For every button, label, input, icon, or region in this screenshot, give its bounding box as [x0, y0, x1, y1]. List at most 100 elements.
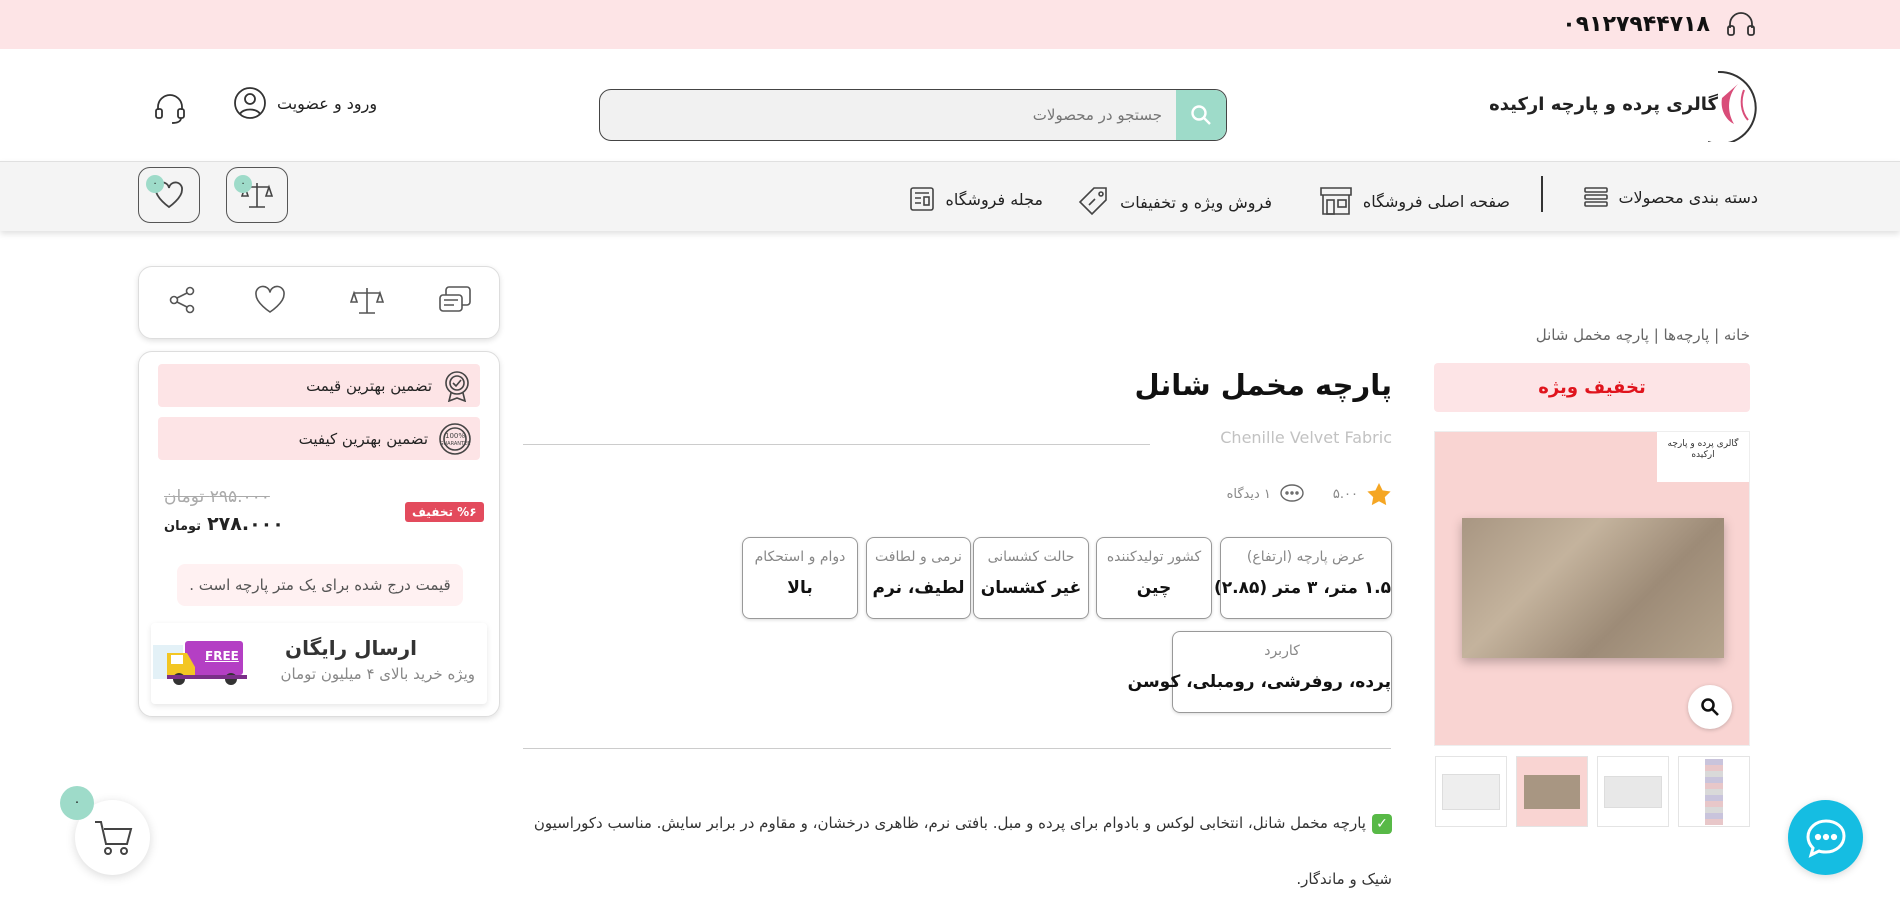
description-text: پارچه مخمل شانل، انتخابی لوکس و بادوام ب… [533, 814, 1392, 888]
attribute-key: کشور تولیدکننده [1106, 549, 1202, 565]
nav-home-label: صفحه اصلی فروشگاه [1362, 191, 1510, 211]
compare-scale-icon[interactable] [350, 285, 384, 317]
chat-button[interactable] [1788, 800, 1863, 875]
wishlist-heart-icon[interactable] [254, 285, 286, 315]
menu-list-icon [1584, 186, 1609, 208]
guarantee-seal-icon: 100% GUARANTEE [438, 422, 472, 456]
discount-badge: %۶ تخفیف [405, 502, 484, 522]
phone-number[interactable]: ۰۹۱۲۷۹۴۴۷۱۸ [1562, 12, 1710, 37]
attribute-value: ۱.۵ متر، ۳ متر (۲.۸۵) [1214, 578, 1391, 598]
thumbnail-4-image [1442, 773, 1500, 810]
product-actions-card [138, 266, 500, 339]
free-label: FREE [205, 649, 239, 663]
svg-text:100%: 100% [445, 432, 465, 440]
attribute-softness: نرمی و لطافت لطیف، نرم [866, 537, 971, 619]
nav-sale-label: فروش ویژه و تخفیفات [1120, 192, 1272, 212]
product-title: پارچه مخمل شانل [1134, 368, 1392, 402]
price-currency: تومان [164, 519, 202, 534]
search-input[interactable] [642, 90, 1162, 140]
nav-sale[interactable]: فروش ویژه و تخفیفات [1078, 186, 1272, 218]
share-icon[interactable] [167, 285, 197, 315]
attribute-value: غیر کشسان [980, 578, 1082, 598]
thumbnail-3[interactable] [1516, 756, 1588, 827]
check-icon: ✓ [1372, 813, 1392, 834]
attribute-elasticity: حالت کشسانی غیر کشسان [973, 537, 1089, 619]
rating-row: ۵.۰۰ ۱ دیدگاه [1227, 482, 1392, 506]
thumbnail-2[interactable] [1597, 756, 1669, 827]
svg-text:GUARANTEE: GUARANTEE [440, 441, 471, 447]
image-watermark-logo: گالری پرده و پارچه ارکیده [1657, 432, 1749, 482]
nav-home[interactable]: صفحه اصلی فروشگاه [1319, 186, 1510, 216]
attribute-key: حالت کشسانی [987, 549, 1075, 565]
badge-check-icon [442, 370, 472, 402]
best-quality-label: تضمین بهترین کیفیت [298, 429, 428, 448]
nav-categories[interactable]: دسته بندی محصولات [1584, 186, 1758, 208]
price-card: تضمین بهترین قیمت 100% GUARANTEE تضمین به… [138, 351, 500, 717]
attribute-value: لطیف، نرم [872, 578, 965, 598]
compare-button[interactable]: ۰ [226, 167, 288, 223]
attribute-value: چین [1136, 578, 1172, 598]
attribute-width: عرض پارچه (ارتفاع) ۱.۵ متر، ۳ متر (۲.۸۵) [1214, 537, 1392, 619]
nav-categories-label: دسته بندی محصولات [1618, 187, 1758, 207]
search-icon [1190, 104, 1212, 126]
wishlist-button[interactable]: ۰ [138, 167, 200, 223]
attribute-key: دوام و استحکام [754, 549, 846, 565]
cart-count-badge: ۰ [60, 786, 94, 820]
attribute-key: نرمی و لطافت [875, 549, 962, 565]
discount-tag-icon [1078, 186, 1110, 218]
old-price: ۲۹۵.۰۰۰ تومان [164, 487, 270, 507]
search-bar[interactable] [599, 89, 1227, 141]
attribute-key: عرض پارچه (ارتفاع) [1246, 549, 1366, 565]
thumbnail-3-image [1524, 774, 1580, 809]
attribute-value: بالا [787, 578, 813, 598]
price-note: قیمت درج شده برای یک متر پارچه است . [177, 564, 463, 606]
login-label: ورود و عضویت [277, 93, 378, 113]
question-chat-icon[interactable] [438, 285, 472, 317]
login-link[interactable]: ورود و عضویت [233, 86, 377, 120]
product-description: ✓پارچه مخمل شانل، انتخابی لوکس و بادوام … [512, 795, 1392, 907]
breadcrumb[interactable]: خانه | پارچه‌ها | پارچه مخمل شانل [1536, 326, 1750, 344]
main-nav: دسته بندی محصولات صفحه اصلی فروشگاه فروش… [0, 161, 1900, 231]
support-headset-icon[interactable] [152, 90, 188, 126]
product-main-image[interactable]: گالری پرده و پارچه ارکیده [1434, 431, 1750, 746]
nav-magazine[interactable]: مجله فروشگاه [909, 186, 1043, 212]
title-divider [523, 444, 1150, 445]
special-discount-label: تخفیف ویژه [1434, 363, 1750, 412]
search-button[interactable] [1176, 90, 1226, 140]
attribute-country: کشور تولیدکننده چین [1096, 537, 1212, 619]
rating-value: ۵.۰۰ [1332, 486, 1358, 502]
description-divider [523, 748, 1391, 749]
compare-count-badge: ۰ [234, 175, 252, 193]
nav-separator [1541, 176, 1543, 212]
star-icon [1366, 482, 1392, 506]
shipping-title: ارسال رایگان [285, 636, 417, 660]
attribute-usage: کاربرد پرده، روفرشی، رومبلی، کوسن [1128, 631, 1392, 713]
comment-icon[interactable] [1279, 483, 1305, 505]
nav-magazine-label: مجله فروشگاه [945, 189, 1043, 209]
site-logo[interactable]: گالری پرده و پارچه ارکیده [1489, 66, 1758, 142]
delivery-truck-icon: FREE [153, 631, 263, 695]
thumbnail-4[interactable] [1435, 756, 1507, 827]
attribute-key: کاربرد [1264, 643, 1300, 659]
logo-text: گالری پرده و پارچه ارکیده [1489, 94, 1718, 115]
newspaper-icon [909, 186, 935, 212]
attribute-durability: دوام و استحکام بالا [742, 537, 858, 619]
review-count[interactable]: ۱ دیدگاه [1227, 487, 1271, 502]
product-subtitle: Chenille Velvet Fabric [1220, 428, 1392, 447]
current-price: ۲۷۸.۰۰۰ تومان [164, 513, 284, 535]
shipping-subtitle: ویژه خرید بالای ۴ میلیون تومان [280, 665, 475, 683]
wishlist-count-badge: ۰ [146, 175, 164, 193]
best-price-label: تضمین بهترین قیمت [306, 376, 432, 395]
free-shipping-banner: ارسال رایگان ویژه خرید بالای ۴ میلیون تو… [151, 623, 487, 704]
headset-icon [1724, 8, 1758, 42]
fabric-swatch-image [1462, 518, 1724, 658]
store-icon [1319, 186, 1353, 216]
magnifier-icon [1700, 697, 1720, 717]
image-logo-text: گالری پرده و پارچه ارکیده [1667, 439, 1739, 460]
user-icon [233, 86, 267, 120]
zoom-button[interactable] [1688, 685, 1732, 729]
chat-bubble-icon [1805, 818, 1847, 858]
thumbnail-1-image [1705, 758, 1723, 825]
thumbnail-1[interactable] [1678, 756, 1750, 827]
best-quality-guarantee: 100% GUARANTEE تضمین بهترین کیفیت [158, 417, 480, 460]
